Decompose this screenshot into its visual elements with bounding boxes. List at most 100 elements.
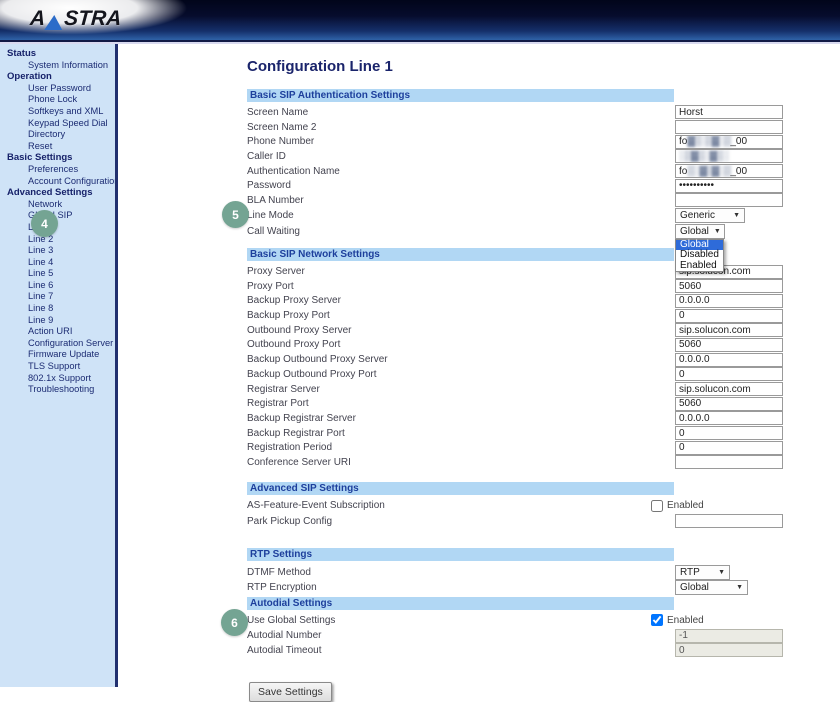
- censored-text: ▓▒░▒▓░▒: [687, 136, 730, 147]
- sidebar-group-operation: Operation: [0, 71, 115, 83]
- bla-number-input[interactable]: [675, 193, 783, 207]
- sidebar-item-configuration-server[interactable]: Configuration Server: [0, 338, 115, 350]
- checkbox-label: Enabled: [667, 500, 704, 511]
- form-row-line-mode: Line Mode Generic ▼: [247, 208, 840, 224]
- field-label: Backup Registrar Port: [247, 428, 675, 439]
- field-label: Use Global Settings: [247, 615, 675, 626]
- line-mode-select[interactable]: Generic ▼: [675, 208, 745, 223]
- sidebar-group-basic-settings: Basic Settings: [0, 152, 115, 164]
- sidebar-item-tls-support[interactable]: TLS Support: [0, 361, 115, 373]
- outbound-proxy-port-input[interactable]: [675, 338, 783, 352]
- registrar-server-input[interactable]: [675, 382, 783, 396]
- field-label: Backup Outbound Proxy Server: [247, 354, 675, 365]
- checkbox-label: Enabled: [667, 615, 704, 626]
- dropdown-arrow-icon: ▼: [733, 212, 740, 219]
- form-row-proxy-server: Proxy Server: [247, 264, 840, 279]
- dropdown-option-enabled[interactable]: Enabled: [676, 261, 723, 271]
- backup-outbound-proxy-server-input[interactable]: [675, 353, 783, 367]
- registrar-port-input[interactable]: [675, 397, 783, 411]
- screen-name-input[interactable]: [675, 105, 783, 119]
- field-label: RTP Encryption: [247, 582, 675, 593]
- field-label: Phone Number: [247, 136, 675, 147]
- field-label: Backup Proxy Port: [247, 310, 675, 321]
- backup-registrar-server-input[interactable]: [675, 411, 783, 425]
- field-label: AS-Feature-Event Subscription: [247, 500, 675, 511]
- sidebar-item-action-uri[interactable]: Action URI: [0, 326, 115, 338]
- censored-text: ░▒▓▒░▓▒░: [679, 151, 728, 162]
- dtmf-method-select[interactable]: RTP ▼: [675, 565, 730, 580]
- sidebar-item-troubleshooting[interactable]: Troubleshooting: [0, 384, 115, 396]
- step-badge-6: 6: [221, 609, 248, 636]
- phone-number-input[interactable]: fo▓▒░▒▓░▒_00: [675, 135, 783, 149]
- authentication-name-input[interactable]: fo▒░▓▒▓░▒_00: [675, 164, 783, 178]
- sidebar-item-firmware-update[interactable]: Firmware Update: [0, 349, 115, 361]
- section-header-autodial: Autodial Settings: [247, 597, 674, 610]
- sidebar-item-network[interactable]: Network: [0, 199, 115, 211]
- registration-period-input[interactable]: [675, 441, 783, 455]
- proxy-port-input[interactable]: [675, 279, 783, 293]
- field-label: Registrar Server: [247, 384, 675, 395]
- form-row-park-pickup-config: Park Pickup Config: [247, 514, 840, 530]
- outbound-proxy-server-input[interactable]: [675, 323, 783, 337]
- autodial-number-input: [675, 629, 783, 643]
- form-row-registrar-server: Registrar Server: [247, 382, 840, 397]
- form-row-backup-registrar-port: Backup Registrar Port: [247, 426, 840, 441]
- section-header-rtp: RTP Settings: [247, 548, 674, 561]
- sidebar-item-phone-lock[interactable]: Phone Lock: [0, 94, 115, 106]
- save-settings-button[interactable]: Save Settings: [249, 682, 332, 702]
- backup-proxy-server-input[interactable]: [675, 294, 783, 308]
- form-row-bla-number: BLA Number: [247, 193, 840, 208]
- backup-proxy-port-input[interactable]: [675, 309, 783, 323]
- field-label: Password: [247, 180, 675, 191]
- logo-triangle-icon: [44, 15, 63, 30]
- sidebar-item-reset[interactable]: Reset: [0, 141, 115, 153]
- field-label: Line Mode: [247, 210, 675, 221]
- sidebar-item-line-7[interactable]: Line 7: [0, 291, 115, 303]
- sidebar-item-line-8[interactable]: Line 8: [0, 303, 115, 315]
- sidebar-item-line-4[interactable]: Line 4: [0, 257, 115, 269]
- sidebar-item-line-3[interactable]: Line 3: [0, 245, 115, 257]
- form-row-dtmf-method: DTMF Method RTP ▼: [247, 564, 840, 580]
- use-global-settings-checkbox[interactable]: [651, 614, 663, 626]
- park-pickup-config-input[interactable]: [675, 514, 783, 528]
- field-label: Proxy Port: [247, 281, 675, 292]
- call-waiting-select[interactable]: Global ▼ Global Disabled Enabled: [675, 224, 725, 239]
- aastra-logo: A STRA: [29, 7, 122, 31]
- sidebar-item-system-information[interactable]: System Information: [0, 60, 115, 72]
- field-label: Screen Name: [247, 107, 675, 118]
- form-row-screen-name-2: Screen Name 2: [247, 120, 840, 135]
- sidebar-item-line-6[interactable]: Line 6: [0, 280, 115, 292]
- password-input[interactable]: [675, 179, 783, 193]
- as-feature-event-checkbox[interactable]: [651, 500, 663, 512]
- sidebar-item-line-2[interactable]: Line 2: [0, 234, 115, 246]
- sidebar-item-preferences[interactable]: Preferences: [0, 164, 115, 176]
- censored-text: ▒░▓▒▓░▒: [687, 166, 730, 177]
- backup-registrar-port-input[interactable]: [675, 426, 783, 440]
- field-label: Screen Name 2: [247, 122, 675, 133]
- form-row-conference-server-uri: Conference Server URI: [247, 455, 840, 470]
- sidebar-nav: Status System Information Operation User…: [0, 44, 118, 687]
- form-row-screen-name: Screen Name: [247, 105, 840, 120]
- caller-id-input[interactable]: ░▒▓▒░▓▒░: [675, 149, 783, 163]
- backup-outbound-proxy-port-input[interactable]: [675, 367, 783, 381]
- sidebar-item-user-password[interactable]: User Password: [0, 83, 115, 95]
- sidebar-item-account-configuration[interactable]: Account Configuration: [0, 176, 115, 188]
- field-label: Backup Outbound Proxy Port: [247, 369, 675, 380]
- form-row-outbound-proxy-server: Outbound Proxy Server: [247, 323, 840, 338]
- field-label: BLA Number: [247, 195, 675, 206]
- form-row-backup-proxy-port: Backup Proxy Port: [247, 308, 840, 323]
- field-label: Autodial Number: [247, 630, 675, 641]
- form-row-password: Password: [247, 178, 840, 193]
- sidebar-item-directory[interactable]: Directory: [0, 129, 115, 141]
- sidebar-item-keypad-speed-dial[interactable]: Keypad Speed Dial: [0, 118, 115, 130]
- screen-name-2-input[interactable]: [675, 120, 783, 134]
- sidebar-item-line-9[interactable]: Line 9: [0, 315, 115, 327]
- form-row-call-waiting: Call Waiting Global ▼ Global Disabled En…: [247, 224, 840, 240]
- field-label: Registrar Port: [247, 398, 675, 409]
- sidebar-item-softkeys-and-xml[interactable]: Softkeys and XML: [0, 106, 115, 118]
- conference-server-uri-input[interactable]: [675, 455, 783, 469]
- rtp-encryption-select[interactable]: Global ▼: [675, 580, 748, 595]
- form-row-caller-id: Caller ID ░▒▓▒░▓▒░: [247, 149, 840, 164]
- sidebar-item-8021x-support[interactable]: 802.1x Support: [0, 373, 115, 385]
- sidebar-item-line-5[interactable]: Line 5: [0, 268, 115, 280]
